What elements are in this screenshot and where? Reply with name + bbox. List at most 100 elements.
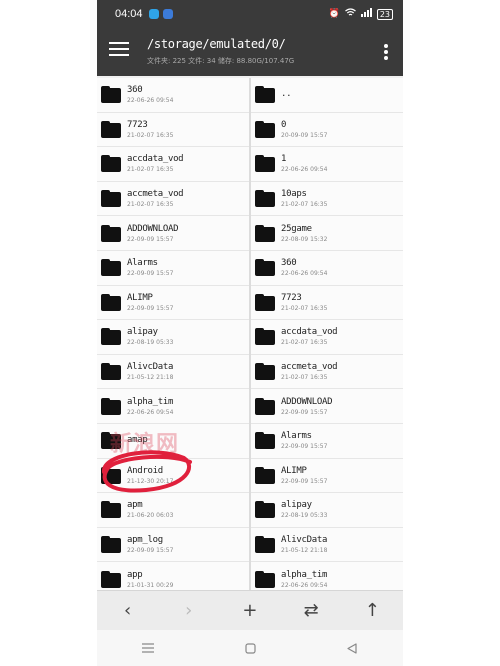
folder-name: 0 <box>281 119 287 130</box>
folder-icon <box>101 501 121 519</box>
arrow-up-icon: ↑ <box>364 600 380 621</box>
folder-icon <box>255 397 275 415</box>
folder-row[interactable]: ALIMP 22-09-09 15:57 <box>251 459 403 494</box>
folder-name: Alarms <box>281 431 312 442</box>
folder-date: 22-06-26 09:54 <box>281 581 328 589</box>
folder-row[interactable]: 25game 22-08-09 15:32 <box>251 216 403 251</box>
folder-name: ALIMP <box>281 465 307 476</box>
folder-date: 22-09-09 15:57 <box>127 270 174 278</box>
folder-row[interactable]: apm 21-06-20 06:03 <box>97 493 249 528</box>
bottom-toolbar: ‹ › + ⇄ ↑ <box>97 590 403 630</box>
folder-name: accdata_vod <box>281 327 338 338</box>
folder-date: 22-06-26 09:54 <box>281 270 328 278</box>
folder-row[interactable]: AlivcData 21-05-12 21:18 <box>97 355 249 390</box>
back-nav-button[interactable] <box>337 636 367 660</box>
folder-date: 22-09-09 15:57 <box>281 443 328 451</box>
folder-name: ALIMP <box>127 292 153 303</box>
folder-icon <box>101 224 121 242</box>
folder-date: 21-02-07 16:35 <box>127 201 174 209</box>
folder-row[interactable]: accmeta_vod 21-02-07 16:35 <box>97 182 249 217</box>
folder-icon <box>255 363 275 381</box>
menu-icon[interactable] <box>109 42 129 60</box>
folder-date: 22-08-09 15:32 <box>281 235 328 243</box>
home-button[interactable] <box>235 636 265 660</box>
folder-row[interactable]: accdata_vod 21-02-07 16:35 <box>251 320 403 355</box>
folder-row[interactable]: 10aps 21-02-07 16:35 <box>251 182 403 217</box>
folder-name: ADDOWNLOAD <box>127 223 179 234</box>
folder-row[interactable]: .. <box>251 78 403 113</box>
system-nav-bar <box>97 630 403 666</box>
folder-icon <box>255 86 275 104</box>
folder-row[interactable]: AlivcData 21-05-12 21:18 <box>251 528 403 563</box>
folder-icon <box>255 293 275 311</box>
folder-row[interactable]: 7723 21-02-07 16:35 <box>97 113 249 148</box>
folder-row[interactable]: 360 22-06-26 09:54 <box>97 78 249 113</box>
folder-date: 21-02-07 16:35 <box>281 201 328 209</box>
status-time: 04:04 <box>115 8 143 20</box>
forward-button[interactable]: › <box>174 596 204 626</box>
folder-icon <box>101 120 121 138</box>
folder-date: 21-12-30 20:17 <box>127 477 174 485</box>
folder-name: 1 <box>281 154 287 165</box>
right-pane[interactable]: .. 0 20-09-09 15:57 1 22-06-26 09:54 10aps 21-… <box>251 78 403 590</box>
folder-name: 360 <box>281 258 297 269</box>
folder-icon <box>255 224 275 242</box>
folder-date: 21-05-12 21:18 <box>127 374 174 382</box>
folder-row[interactable]: alipay 22-08-19 05:33 <box>97 320 249 355</box>
more-options-icon[interactable] <box>383 44 389 60</box>
folder-row[interactable]: 7723 21-02-07 16:35 <box>251 286 403 321</box>
folder-icon <box>101 397 121 415</box>
menu-lines-icon <box>142 643 154 653</box>
folder-name: Alarms <box>127 258 158 269</box>
folder-name: app <box>127 569 143 580</box>
folder-name: 360 <box>127 85 143 96</box>
folder-row[interactable]: accmeta_vod 21-02-07 16:35 <box>251 355 403 390</box>
folder-name: Android <box>127 465 163 476</box>
phone-screen: 04:04 ⏰ 23 /storage/emulated/0/ 文件夹: 225… <box>97 0 403 666</box>
notification-app-icon-2 <box>162 9 173 19</box>
folder-icon <box>255 190 275 208</box>
folder-row[interactable]: accdata_vod 21-02-07 16:35 <box>97 147 249 182</box>
folder-row[interactable]: app 21-01-31 00:29 <box>97 562 249 590</box>
folder-name: accmeta_vod <box>127 189 184 200</box>
folder-row[interactable]: alipay 22-08-19 05:33 <box>251 493 403 528</box>
folder-date: 21-02-07 16:35 <box>281 304 328 312</box>
folder-icon <box>255 536 275 554</box>
square-icon <box>244 642 256 654</box>
folder-icon <box>255 432 275 450</box>
folder-date: 22-08-19 05:33 <box>127 339 174 347</box>
folder-icon <box>255 328 275 346</box>
folder-name: 7723 <box>127 119 148 130</box>
folder-row[interactable]: ADDOWNLOAD 22-09-09 15:57 <box>97 216 249 251</box>
folder-date: 22-09-09 15:57 <box>281 477 328 485</box>
folder-icon <box>101 570 121 588</box>
folder-icon <box>255 501 275 519</box>
folder-row[interactable]: ADDOWNLOAD 22-09-09 15:57 <box>251 389 403 424</box>
left-pane[interactable]: 360 22-06-26 09:54 7723 21-02-07 16:35 accda… <box>97 78 249 590</box>
swap-panes-button[interactable]: ⇄ <box>296 596 326 626</box>
up-button[interactable]: ↑ <box>357 596 387 626</box>
folder-name: alpha_tim <box>127 396 174 407</box>
folder-row[interactable]: 1 22-06-26 09:54 <box>251 147 403 182</box>
folder-row[interactable]: alpha_tim 22-06-26 09:54 <box>251 562 403 590</box>
recents-button[interactable] <box>133 636 163 660</box>
folder-row[interactable]: 0 20-09-09 15:57 <box>251 113 403 148</box>
folder-row[interactable]: Alarms 22-09-09 15:57 <box>97 251 249 286</box>
folder-row[interactable]: apm_log 22-09-09 15:57 <box>97 528 249 563</box>
add-button[interactable]: + <box>235 596 265 626</box>
folder-date: 22-09-09 15:57 <box>127 235 174 243</box>
folder-date: 20-09-09 15:57 <box>281 131 328 139</box>
folder-icon <box>255 466 275 484</box>
folder-date: 21-02-07 16:35 <box>281 374 328 382</box>
back-button[interactable]: ‹ <box>113 596 143 626</box>
folder-icon <box>101 363 121 381</box>
folder-name: apm_log <box>127 535 163 546</box>
folder-icon <box>101 155 121 173</box>
folder-row[interactable]: amap <box>97 424 249 459</box>
folder-row[interactable]: Alarms 22-09-09 15:57 <box>251 424 403 459</box>
folder-row[interactable]: 360 22-06-26 09:54 <box>251 251 403 286</box>
folder-row[interactable]: alpha_tim 22-06-26 09:54 <box>97 389 249 424</box>
chevron-left-icon: ‹ <box>123 600 132 621</box>
folder-row[interactable]: ALIMP 22-09-09 15:57 <box>97 286 249 321</box>
folder-row[interactable]: Android 21-12-30 20:17 <box>97 459 249 494</box>
